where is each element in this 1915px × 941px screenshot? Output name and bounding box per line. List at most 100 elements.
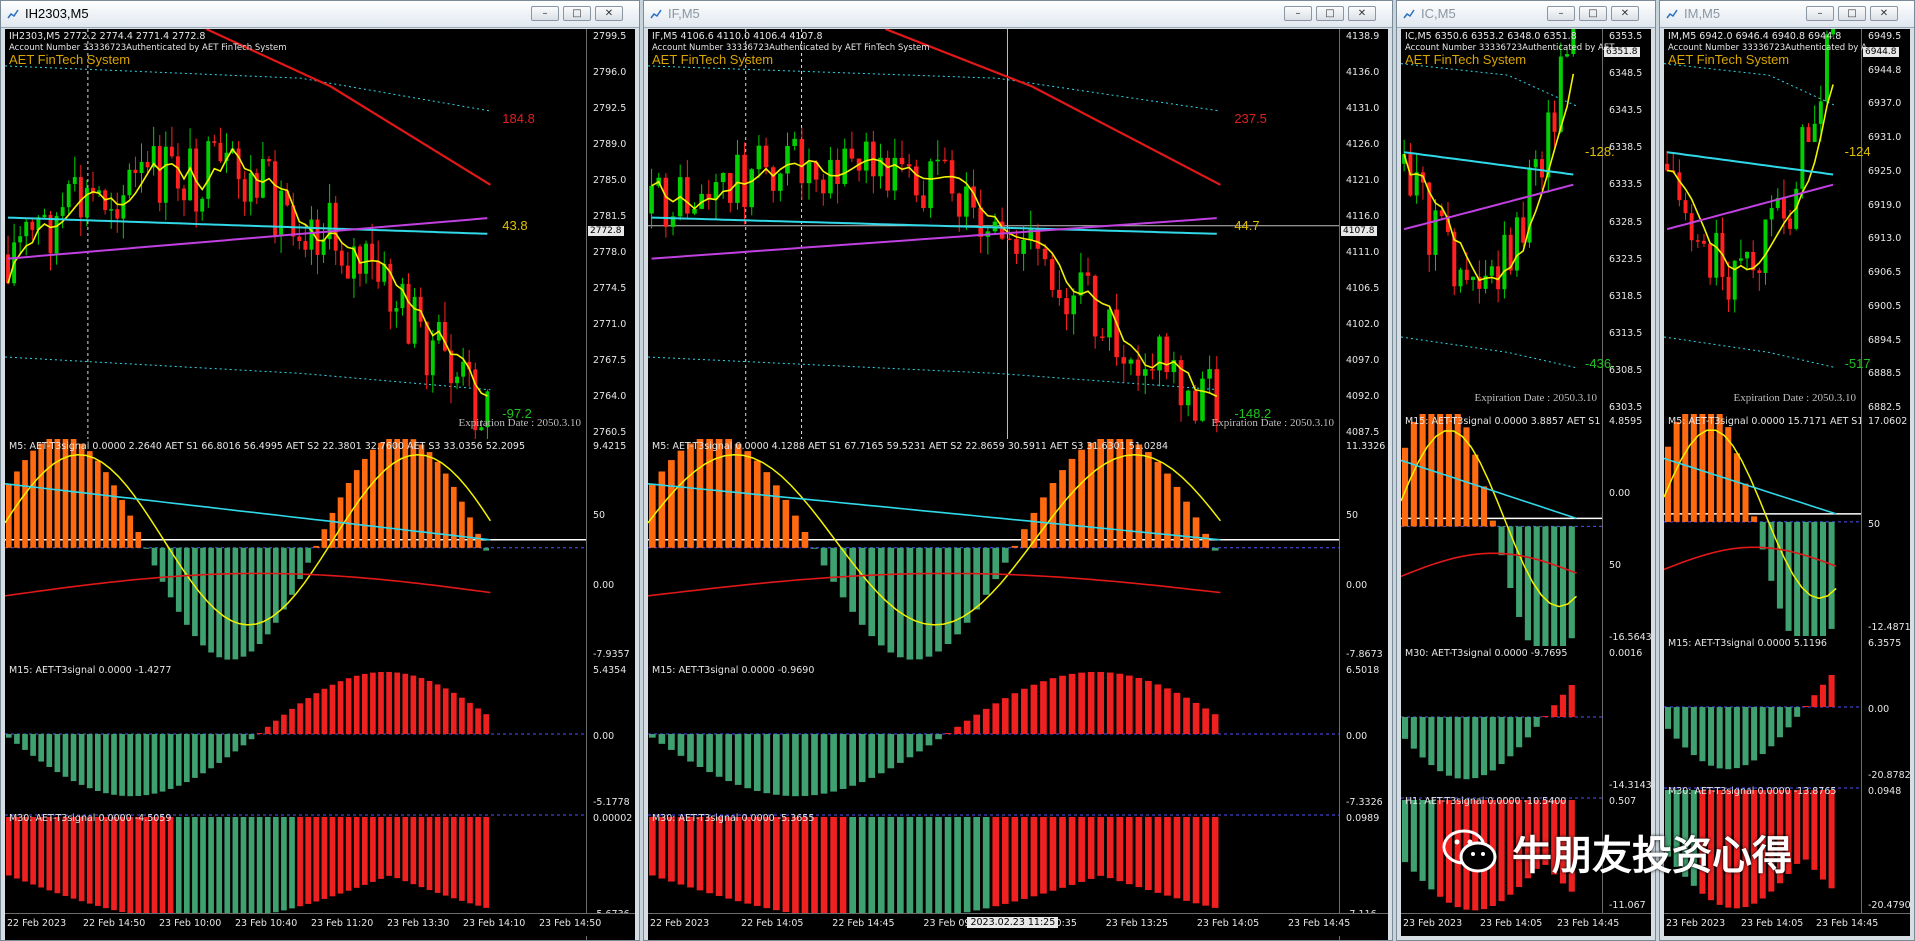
oscillator-bar xyxy=(849,547,857,612)
price-pane[interactable]: 2799.5 2796.0 2792.5 2789.0 2785.0 2781.5 2778… xyxy=(5,29,635,440)
level-label: 184.8 xyxy=(502,111,535,127)
oscillator-bar xyxy=(706,439,713,548)
candle xyxy=(121,195,126,219)
signal-bar xyxy=(1690,707,1697,756)
signal-bar xyxy=(1125,817,1133,885)
close-button[interactable]: ✕ xyxy=(595,6,623,21)
close-button[interactable]: ✕ xyxy=(1870,6,1898,21)
time-axis[interactable]: 23 Feb 2023 23 Feb 14:05 23 Feb 14:45 xyxy=(1664,913,1910,936)
signal-pane-2[interactable]: M15: AET-T3signal 0.0000 -0.9690 6.5018 0.… xyxy=(648,663,1388,812)
signal-bar xyxy=(1673,707,1680,739)
signal-pane-2[interactable]: M15: AET-T3signal 0.0000 -1.4277 5.4354 0.… xyxy=(5,663,635,812)
oscillator-tick: 50 xyxy=(593,510,606,522)
time-tick: 23 Feb 14:05 xyxy=(1741,918,1804,929)
signal-axis-2: 5.4354 0.00 -5.1778 xyxy=(586,663,635,811)
price-pane[interactable]: 4138.9 4136.0 4131.0 4126.0 4121.0 4116.0 4111… xyxy=(648,29,1388,440)
minimize-button[interactable]: – xyxy=(1547,6,1575,21)
signal-bar xyxy=(792,734,799,797)
oscillator-bar xyxy=(1828,521,1835,629)
candle xyxy=(242,179,247,202)
signal-bar xyxy=(434,684,441,735)
candle xyxy=(828,159,833,194)
price-axis[interactable]: 4138.9 4136.0 4131.0 4126.0 4121.0 4116.0 4111… xyxy=(1339,29,1388,439)
candle xyxy=(1521,217,1526,243)
price-axis[interactable]: 2799.5 2796.0 2792.5 2789.0 2785.0 2781.5 2778… xyxy=(586,29,635,439)
chart-window-im[interactable]: IM,M5– □ ✕ 6949.5 6944.8 6937.0 6931.0 6925.0 69… xyxy=(1659,0,1915,941)
price-tick: 6925.0 xyxy=(1868,165,1902,177)
signal-bar xyxy=(849,734,857,786)
candle xyxy=(1763,219,1768,273)
maximize-button[interactable]: □ xyxy=(1316,6,1344,21)
signal-line-s3 xyxy=(1401,552,1577,578)
oscillator-bar xyxy=(973,547,981,610)
price-tick: 4087.5 xyxy=(1346,427,1380,438)
chart-area[interactable]: 2799.5 2796.0 2792.5 2789.0 2785.0 2781.5 2778… xyxy=(5,29,635,940)
signal-bar xyxy=(839,734,847,789)
window-title: IH2303,M5 xyxy=(25,6,89,21)
oscillator-pane[interactable]: M15: AET-T3signal 0.0000 3.8857 AET S1 9… xyxy=(1401,414,1651,647)
close-button[interactable]: ✕ xyxy=(1611,6,1639,21)
oscillator-bar xyxy=(801,531,809,548)
maximize-button[interactable]: □ xyxy=(563,6,591,21)
close-button[interactable]: ✕ xyxy=(1348,6,1376,21)
price-tick: 6333.5 xyxy=(1609,179,1643,191)
maximize-button[interactable]: □ xyxy=(1579,6,1607,21)
upper-band-line xyxy=(1401,63,1577,107)
candle xyxy=(720,173,726,183)
signal-bar xyxy=(14,817,20,879)
maximize-button[interactable]: □ xyxy=(1838,6,1866,21)
signal-tick: 0.0948 xyxy=(1868,786,1902,797)
oscillator-pane[interactable]: M5: AET-T3signal 0.0000 15.7171 AET S1 8… xyxy=(1664,414,1910,637)
signal-bar xyxy=(1021,688,1028,735)
signal-bar xyxy=(216,817,223,921)
candle xyxy=(1064,298,1069,315)
ma-slow-line xyxy=(7,217,488,260)
signal-bar xyxy=(111,817,117,911)
candle xyxy=(921,195,926,209)
chart-area[interactable]: 4138.9 4136.0 4131.0 4126.0 4121.0 4116.0 4111… xyxy=(648,29,1388,940)
chart-window-ih[interactable]: IH2303,M5 – □ ✕ 2799.5 2796.0 2792.5 2789.0 2785… xyxy=(0,0,640,941)
time-axis[interactable]: 22 Feb 2023 22 Feb 14:50 23 Feb 10:00 23 Fe… xyxy=(5,913,635,936)
signal-bar xyxy=(1819,684,1827,708)
oscillator-pane[interactable]: M5: AET-T3signal 0.0000 2.2640 AET S1 66… xyxy=(5,439,635,664)
oscillator-bar xyxy=(1202,533,1209,548)
signal-bar xyxy=(782,817,790,913)
candle xyxy=(806,161,812,184)
signal-tick: 0.00 xyxy=(1868,704,1890,715)
window-titlebar[interactable]: IH2303,M5 – □ ✕ xyxy=(1,1,639,28)
time-axis[interactable]: 22 Feb 2023 22 Feb 14:05 22 Feb 14:45 23 Fe… xyxy=(648,913,1388,936)
lower-band-line xyxy=(5,356,491,391)
chart-window-ic[interactable]: IC,M5– □ ✕ 6353.5 6348.5 6343.5 6338.5 6333.5 63… xyxy=(1396,0,1656,941)
signal-pane-2[interactable]: M15: AET-T3signal 0.0000 5.1196 6.3575 0.0… xyxy=(1664,636,1910,785)
oscillator-bar xyxy=(1489,520,1496,527)
signal-bar xyxy=(1402,717,1409,739)
signal-bar xyxy=(426,817,433,891)
minimize-button[interactable]: – xyxy=(1806,6,1834,21)
chart-area[interactable]: 6949.5 6944.8 6937.0 6931.0 6925.0 6919.0 6913… xyxy=(1664,29,1910,936)
signal-bar xyxy=(192,734,198,778)
oscillator-bar xyxy=(361,458,368,548)
signal-bar xyxy=(1811,790,1818,870)
price-pane[interactable]: 6353.5 6348.5 6343.5 6338.5 6333.5 6328.5 6323… xyxy=(1401,29,1651,415)
oscillator-tick: -12.4871 xyxy=(1868,622,1910,633)
signal-bar xyxy=(992,817,1000,907)
minimize-button[interactable]: – xyxy=(531,6,559,21)
minimize-button[interactable]: – xyxy=(1284,6,1312,21)
chart-area[interactable]: 6353.5 6348.5 6343.5 6338.5 6333.5 6328.5 6323… xyxy=(1401,29,1651,936)
candle xyxy=(892,157,898,191)
candle xyxy=(18,236,23,243)
time-axis[interactable]: 23 Feb 2023 23 Feb 14:05 23 Feb 14:45 xyxy=(1401,913,1651,936)
candle xyxy=(1781,198,1786,219)
chart-window-if[interactable]: IF,M5– □ ✕ 4138.9 4136.0 4131.0 4126.0 4121.0 41… xyxy=(643,0,1393,941)
signal-pane-2[interactable]: M30: AET-T3signal 0.0000 -9.7695 0.0016 -1… xyxy=(1401,646,1651,795)
window-titlebar[interactable]: IC,M5 – □ ✕ xyxy=(1397,1,1655,28)
signal-bar xyxy=(1759,707,1766,755)
price-tick: 6353.5 xyxy=(1609,31,1643,42)
price-pane[interactable]: 6949.5 6944.8 6937.0 6931.0 6925.0 6919.0 6913… xyxy=(1664,29,1910,415)
window-titlebar[interactable]: IF,M5 – □ ✕ xyxy=(644,1,1392,28)
window-titlebar[interactable]: IM,M5 – □ ✕ xyxy=(1660,1,1914,28)
oscillator-pane[interactable]: M5: AET-T3signal 0.0000 4.1288 AET S1 67… xyxy=(648,439,1388,664)
signal-bar xyxy=(1049,678,1057,735)
signal-bar xyxy=(159,817,166,919)
signal-bar xyxy=(1725,707,1732,770)
